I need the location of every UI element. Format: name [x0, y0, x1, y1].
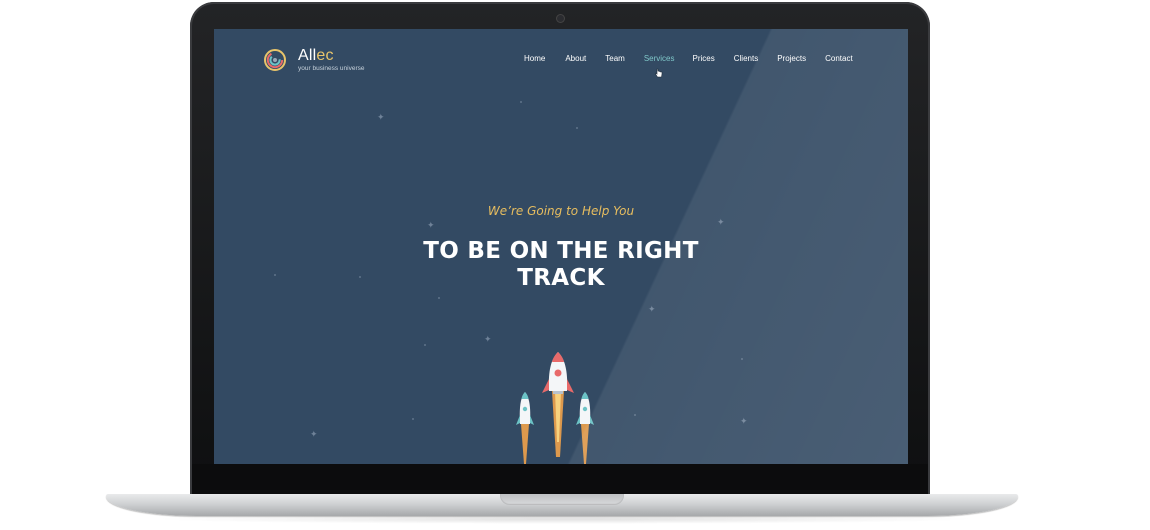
- star-dot: [634, 414, 636, 416]
- star-icon: ✦: [740, 417, 748, 427]
- nav-item-team[interactable]: Team: [605, 54, 625, 63]
- rocket-icon: [576, 392, 594, 425]
- swirl-logo-icon: [264, 49, 286, 71]
- star-icon: ✦: [648, 305, 656, 315]
- hero-title-line: TRACK: [517, 265, 605, 291]
- star-dot: [520, 101, 522, 103]
- star-icon: ✦: [377, 113, 385, 123]
- laptop-base-notch: [500, 494, 624, 505]
- hero-subtitle: We’re Going to Help You: [487, 204, 635, 218]
- nav-item-projects[interactable]: Projects: [777, 54, 806, 63]
- nav-item-services[interactable]: Services: [644, 54, 675, 63]
- rockets-illustration: [508, 347, 608, 464]
- star-dot: [438, 297, 440, 299]
- rocket-icon: [516, 392, 534, 425]
- nav-item-clients[interactable]: Clients: [734, 54, 758, 63]
- star-icon: ✦: [717, 218, 725, 228]
- main-nav: Home About Team Services Prices Clients …: [524, 54, 853, 63]
- star-dot: [424, 344, 426, 346]
- screen-bezel-bottom: [192, 464, 928, 494]
- website-screen: ✦ ✦ ✦ ✦ ✦ ✦ ✦ Allec your business univer…: [214, 29, 908, 464]
- star-icon: ✦: [427, 221, 435, 231]
- star-dot: [741, 358, 743, 360]
- logo[interactable]: Allec your business universe: [264, 46, 364, 74]
- laptop-mockup: ✦ ✦ ✦ ✦ ✦ ✦ ✦ Allec your business univer…: [0, 0, 1150, 530]
- logo-name: Allec: [298, 46, 334, 64]
- nav-item-about[interactable]: About: [565, 54, 586, 63]
- nav-item-prices[interactable]: Prices: [693, 54, 715, 63]
- logo-tagline: your business universe: [298, 64, 365, 72]
- star-dot: [412, 418, 414, 420]
- rocket-icon: [542, 352, 574, 394]
- star-icon: ✦: [310, 430, 318, 440]
- hero-title: TO BE ON THE RIGHT TRACK: [214, 238, 908, 292]
- nav-item-contact[interactable]: Contact: [825, 54, 853, 63]
- star-icon: ✦: [484, 335, 492, 345]
- nav-item-home[interactable]: Home: [524, 54, 545, 63]
- star-dot: [576, 127, 578, 129]
- hero-title-line: TO BE ON THE RIGHT: [423, 238, 699, 264]
- camera-icon: [557, 15, 564, 22]
